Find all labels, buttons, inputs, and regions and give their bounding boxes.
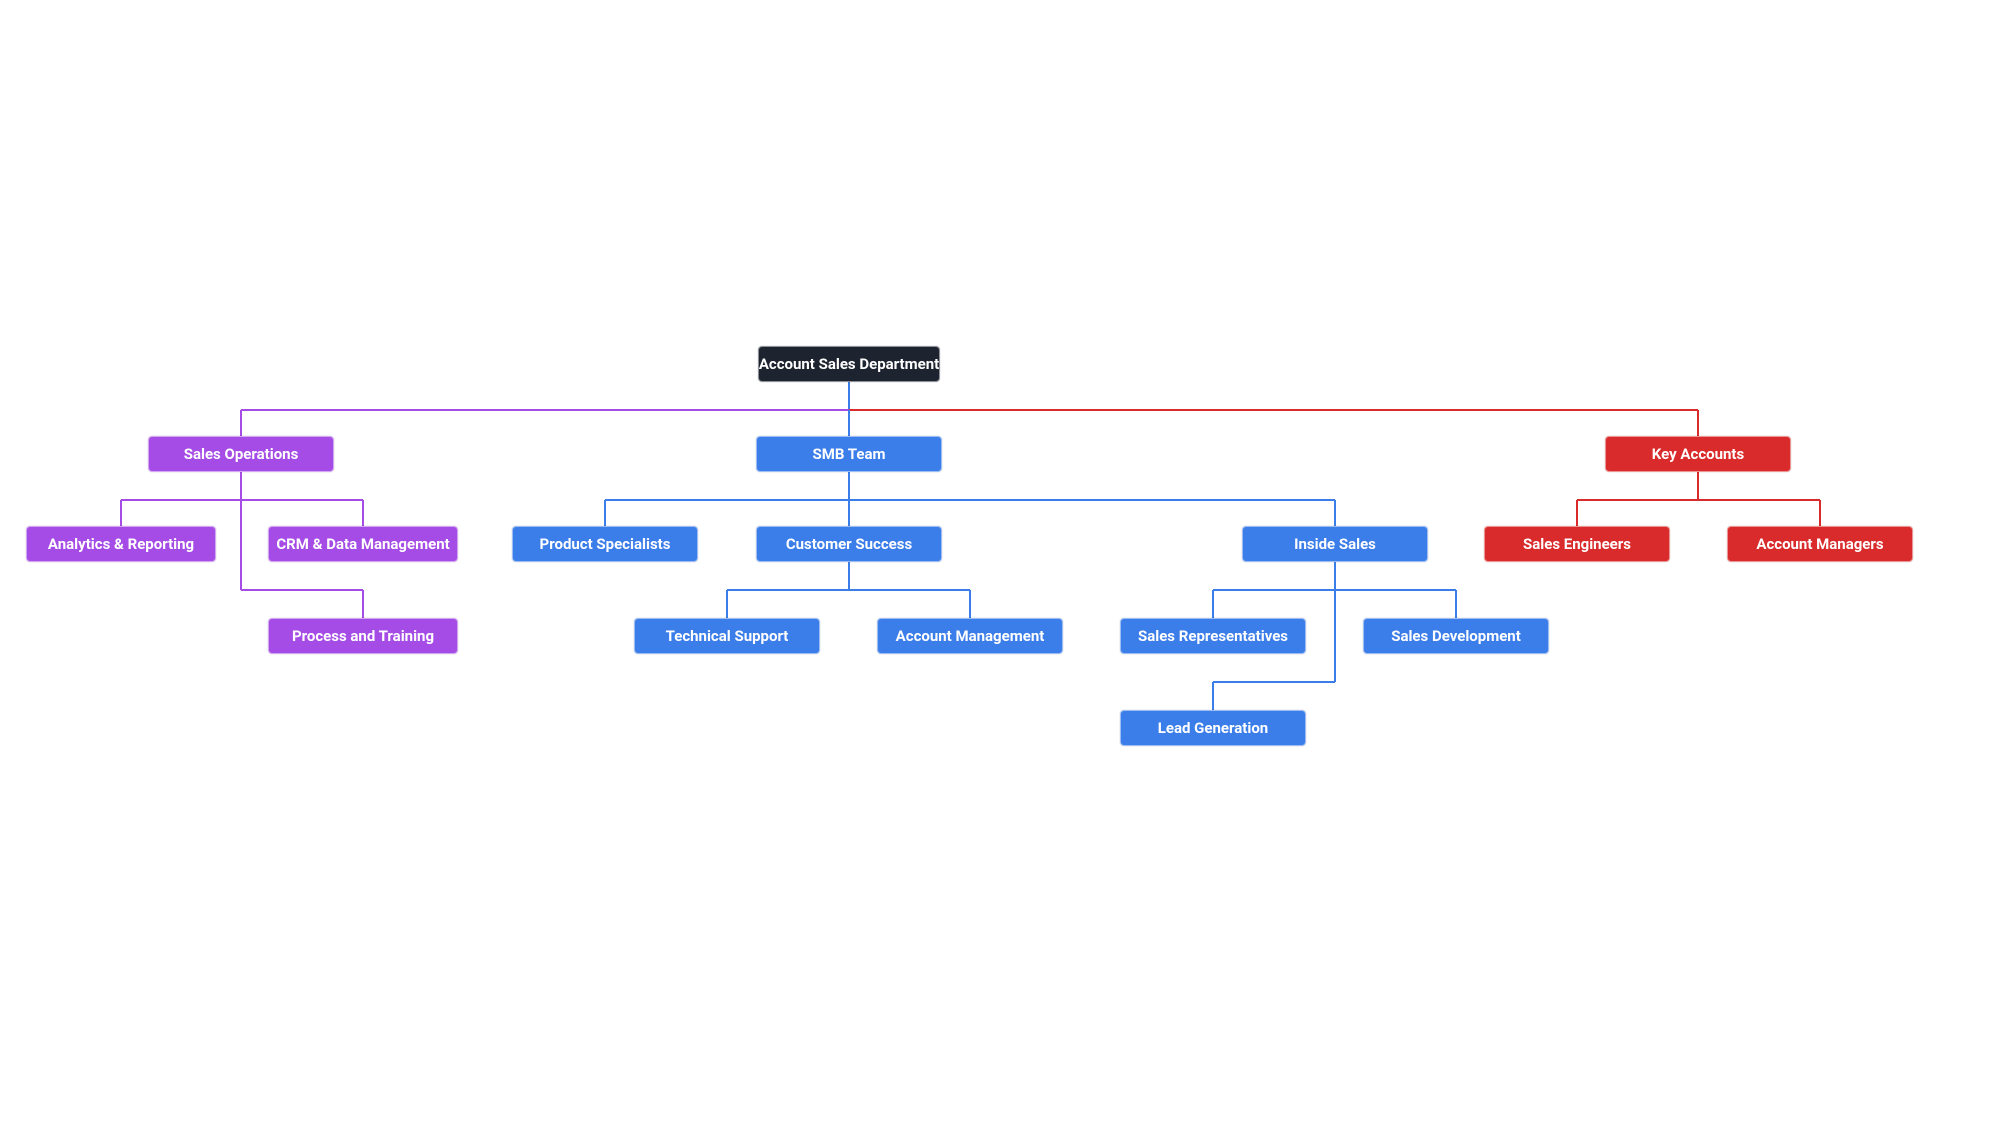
node-label: Product Specialists	[540, 535, 671, 553]
node-label: Inside Sales	[1294, 535, 1376, 553]
node-label: Process and Training	[292, 627, 434, 645]
node-label: Sales Engineers	[1523, 535, 1631, 553]
node-sales-development[interactable]: Sales Development	[1363, 618, 1549, 654]
connector-lines	[0, 0, 2000, 1125]
node-lead-generation[interactable]: Lead Generation	[1120, 710, 1306, 746]
node-analytics-reporting[interactable]: Analytics & Reporting	[26, 526, 216, 562]
node-label: Analytics & Reporting	[48, 535, 194, 553]
node-label: Account Management	[896, 627, 1045, 645]
node-account-managers[interactable]: Account Managers	[1727, 526, 1913, 562]
node-process-training[interactable]: Process and Training	[268, 618, 458, 654]
node-smb-team[interactable]: SMB Team	[756, 436, 942, 472]
node-root[interactable]: Account Sales Department	[758, 346, 940, 382]
node-label: SMB Team	[812, 445, 885, 463]
node-account-management[interactable]: Account Management	[877, 618, 1063, 654]
node-inside-sales[interactable]: Inside Sales	[1242, 526, 1428, 562]
node-sales-operations[interactable]: Sales Operations	[148, 436, 334, 472]
node-label: Sales Operations	[184, 445, 299, 463]
node-technical-support[interactable]: Technical Support	[634, 618, 820, 654]
node-customer-success[interactable]: Customer Success	[756, 526, 942, 562]
node-label: CRM & Data Management	[276, 535, 449, 553]
node-label: Key Accounts	[1652, 445, 1744, 463]
node-sales-engineers[interactable]: Sales Engineers	[1484, 526, 1670, 562]
node-crm-data-management[interactable]: CRM & Data Management	[268, 526, 458, 562]
node-label: Account Managers	[1756, 535, 1883, 553]
node-label: Sales Representatives	[1138, 627, 1288, 645]
node-label: Sales Development	[1391, 627, 1521, 645]
node-label: Lead Generation	[1158, 719, 1268, 737]
node-key-accounts[interactable]: Key Accounts	[1605, 436, 1791, 472]
org-chart-canvas: Account Sales Department Sales Operation…	[0, 0, 2000, 1125]
node-sales-representatives[interactable]: Sales Representatives	[1120, 618, 1306, 654]
node-label: Account Sales Department	[759, 355, 939, 373]
node-product-specialists[interactable]: Product Specialists	[512, 526, 698, 562]
node-label: Customer Success	[786, 535, 912, 553]
node-label: Technical Support	[666, 627, 789, 645]
